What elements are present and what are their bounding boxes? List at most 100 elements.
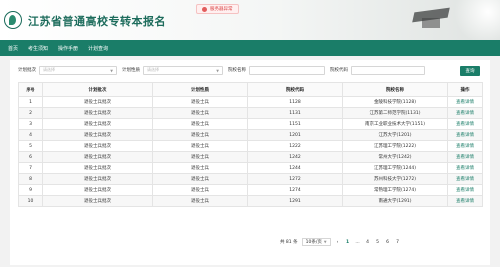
pager-page-4[interactable]: 4 bbox=[365, 240, 371, 245]
cell-plan-batch: 退役士兵批次 bbox=[42, 118, 153, 130]
query-button[interactable]: 查询 bbox=[460, 66, 480, 76]
cell-school-code: 1272 bbox=[247, 173, 343, 185]
cell-plan-nature: 退役士兵 bbox=[152, 107, 248, 119]
pager-page-1[interactable]: 1 bbox=[345, 240, 351, 245]
cell-school-name: 南通大学(1291) bbox=[342, 195, 448, 207]
view-details-link[interactable]: 查看详情 bbox=[456, 133, 474, 138]
cell-school-name: 江苏大学(1201) bbox=[342, 129, 448, 141]
pager-page-7[interactable]: 7 bbox=[395, 240, 401, 245]
view-details-link[interactable]: 查看详情 bbox=[456, 177, 474, 182]
cell-school-code: 1131 bbox=[247, 107, 343, 119]
cell-plan-batch: 退役士兵批次 bbox=[42, 96, 153, 108]
cell-index: 2 bbox=[18, 107, 43, 119]
view-details-link[interactable]: 查看详情 bbox=[456, 111, 474, 116]
cell-school-name: 江苏第二师范学院(1131) bbox=[342, 107, 448, 119]
plan-batch-select[interactable]: 请选择 ▼ bbox=[39, 65, 117, 75]
table-header-row: 序号 计划批次 计划性质 院校代码 院校名称 操作 bbox=[18, 82, 483, 97]
school-code-label: 院校代码 bbox=[330, 68, 348, 73]
pager-prev[interactable]: ‹ bbox=[335, 240, 341, 245]
nav-manual[interactable]: 操作手册 bbox=[58, 45, 78, 52]
col-school-name: 院校名称 bbox=[342, 82, 448, 97]
notice-text: 服务器异常 bbox=[210, 7, 233, 12]
school-name-label: 院校名称 bbox=[228, 68, 246, 73]
cell-index: 3 bbox=[18, 118, 43, 130]
pagination: 共 81 条 10条/页 ▼ ‹ 1 ... 4 5 6 7 bbox=[280, 237, 401, 247]
cell-index: 7 bbox=[18, 162, 43, 174]
cell-plan-batch: 退役士兵批次 bbox=[42, 140, 153, 152]
cell-operation: 查看详情 bbox=[447, 96, 483, 108]
school-name-input[interactable] bbox=[249, 65, 325, 75]
view-details-link[interactable]: 查看详情 bbox=[456, 166, 474, 171]
cell-school-name: 苏州科技大学(1272) bbox=[342, 173, 448, 185]
cell-operation: 查看详情 bbox=[447, 107, 483, 119]
table-row: 9 退役士兵批次 退役士兵 1274 常熟理工学院(1274) 查看详情 bbox=[18, 184, 483, 196]
content-panel: 计划批次 请选择 ▼ 计划性质 请选择 ▼ 院校名称 院校代码 查询 序号 计划… bbox=[10, 60, 490, 265]
cell-plan-batch: 退役士兵批次 bbox=[42, 151, 153, 163]
error-icon bbox=[202, 6, 207, 12]
pager-total: 共 81 条 bbox=[280, 240, 298, 245]
error-notice: 服务器异常 bbox=[196, 4, 239, 14]
plan-nature-placeholder: 请选择 bbox=[147, 67, 159, 72]
cell-plan-nature: 退役士兵 bbox=[152, 96, 248, 108]
pager-page-5[interactable]: 5 bbox=[375, 240, 381, 245]
school-code-input[interactable] bbox=[351, 65, 425, 75]
cell-plan-nature: 退役士兵 bbox=[152, 151, 248, 163]
cell-school-code: 1128 bbox=[247, 96, 343, 108]
table-row: 10 退役士兵批次 退役士兵 1291 南通大学(1291) 查看详情 bbox=[18, 195, 483, 207]
cell-index: 1 bbox=[18, 96, 43, 108]
cell-index: 5 bbox=[18, 140, 43, 152]
view-details-link[interactable]: 查看详情 bbox=[456, 100, 474, 105]
main-nav: 首页 考生须知 操作手册 计划查询 bbox=[0, 40, 500, 56]
view-details-link[interactable]: 查看详情 bbox=[456, 155, 474, 160]
col-plan-nature: 计划性质 bbox=[152, 82, 248, 97]
table-row: 2 退役士兵批次 退役士兵 1131 江苏第二师范学院(1131) 查看详情 bbox=[18, 107, 483, 119]
cell-school-code: 1222 bbox=[247, 140, 343, 152]
cell-school-name: 常熟理工学院(1274) bbox=[342, 184, 448, 196]
chevron-down-icon: ▼ bbox=[216, 68, 219, 73]
cell-index: 6 bbox=[18, 151, 43, 163]
cell-plan-nature: 退役士兵 bbox=[152, 195, 248, 207]
cell-school-code: 1201 bbox=[247, 129, 343, 141]
cell-operation: 查看详情 bbox=[447, 129, 483, 141]
page-size-value: 10条/页 bbox=[305, 240, 322, 245]
chevron-down-icon: ▼ bbox=[323, 240, 327, 244]
cell-operation: 查看详情 bbox=[447, 195, 483, 207]
plan-batch-label: 计划批次 bbox=[18, 68, 36, 73]
plan-nature-select[interactable]: 请选择 ▼ bbox=[143, 65, 223, 75]
table-row: 6 退役士兵批次 退役士兵 1242 常州大学(1242) 查看详情 bbox=[18, 151, 483, 163]
cell-school-name: 南京工业职业技术大学(1151) bbox=[342, 118, 448, 130]
table-row: 4 退役士兵批次 退役士兵 1201 江苏大学(1201) 查看详情 bbox=[18, 129, 483, 141]
cell-index: 8 bbox=[18, 173, 43, 185]
cell-school-code: 1151 bbox=[247, 118, 343, 130]
table-row: 1 退役士兵批次 退役士兵 1128 金陵科技学院(1128) 查看详情 bbox=[18, 96, 483, 108]
cell-plan-batch: 退役士兵批次 bbox=[42, 173, 153, 185]
cell-operation: 查看详情 bbox=[447, 184, 483, 196]
cell-operation: 查看详情 bbox=[447, 162, 483, 174]
nav-home[interactable]: 首页 bbox=[8, 45, 18, 52]
nav-plan-query[interactable]: 计划查询 bbox=[88, 45, 108, 52]
nav-notice[interactable]: 考生须知 bbox=[28, 45, 48, 52]
header-decoration bbox=[440, 0, 500, 40]
view-details-link[interactable]: 查看详情 bbox=[456, 144, 474, 149]
chevron-down-icon: ▼ bbox=[110, 68, 113, 73]
logo-icon bbox=[4, 11, 22, 29]
cell-plan-nature: 退役士兵 bbox=[152, 173, 248, 185]
plan-nature-label: 计划性质 bbox=[122, 68, 140, 73]
cell-plan-batch: 退役士兵批次 bbox=[42, 129, 153, 141]
cell-plan-nature: 退役士兵 bbox=[152, 140, 248, 152]
cell-school-code: 1242 bbox=[247, 151, 343, 163]
pager-ellipsis[interactable]: ... bbox=[355, 240, 361, 245]
page-size-select[interactable]: 10条/页 ▼ bbox=[301, 238, 331, 246]
cell-plan-batch: 退役士兵批次 bbox=[42, 195, 153, 207]
cell-plan-batch: 退役士兵批次 bbox=[42, 162, 153, 174]
cell-school-name: 江苏理工学院(1222) bbox=[342, 140, 448, 152]
cell-school-code: 1274 bbox=[247, 184, 343, 196]
view-details-link[interactable]: 查看详情 bbox=[456, 122, 474, 127]
pager-page-6[interactable]: 6 bbox=[385, 240, 391, 245]
cell-plan-nature: 退役士兵 bbox=[152, 184, 248, 196]
view-details-link[interactable]: 查看详情 bbox=[456, 188, 474, 193]
col-operation: 操作 bbox=[447, 82, 483, 97]
view-details-link[interactable]: 查看详情 bbox=[456, 199, 474, 204]
cell-operation: 查看详情 bbox=[447, 140, 483, 152]
cell-operation: 查看详情 bbox=[447, 118, 483, 130]
